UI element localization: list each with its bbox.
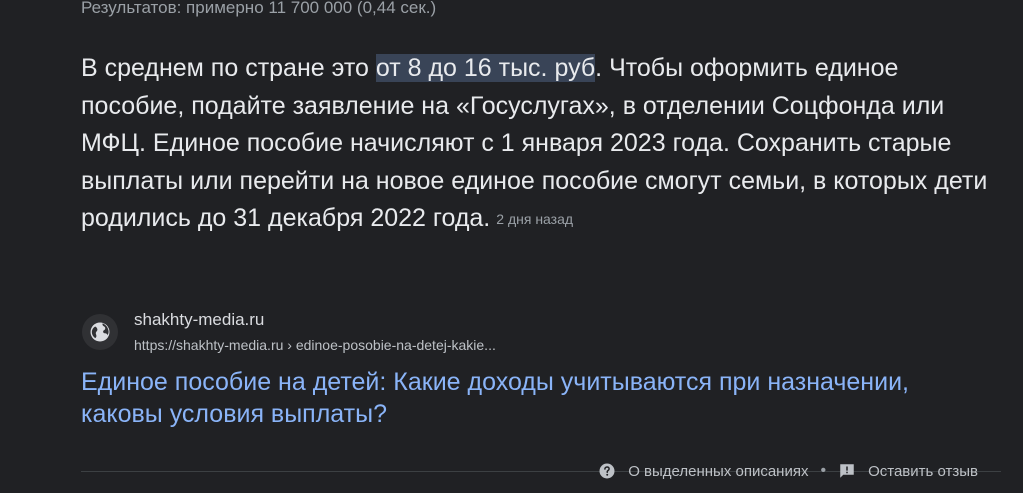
help-circle-icon xyxy=(598,462,616,480)
feedback-bar: О выделенных описаниях • Оставить отзыв xyxy=(598,459,978,483)
snippet-date: 2 дня назад xyxy=(496,211,574,227)
leave-feedback-label: Оставить отзыв xyxy=(868,462,978,480)
feedback-icon xyxy=(838,462,856,480)
globe-icon[interactable] xyxy=(82,314,118,350)
snippet-highlight: от 8 до 16 тыс. руб xyxy=(375,54,596,82)
leave-feedback-link[interactable]: Оставить отзыв xyxy=(838,462,978,480)
about-featured-snippets-link[interactable]: О выделенных описаниях xyxy=(598,462,808,480)
featured-snippet: В среднем по стране это от 8 до 16 тыс. … xyxy=(81,50,1001,239)
result-title-link[interactable]: Единое пособие на детей: Какие доходы уч… xyxy=(81,366,941,430)
snippet-text-before: В среднем по стране это xyxy=(81,54,376,82)
separator-dot: • xyxy=(820,462,827,479)
results-count: Результатов: примерно 11 700 000 (0,44 с… xyxy=(81,0,437,17)
source-site-name[interactable]: shakhty-media.ru xyxy=(134,309,264,331)
about-featured-snippets-label: О выделенных описаниях xyxy=(628,462,809,480)
source-url[interactable]: https://shakhty-media.ru › edinoe-posobi… xyxy=(134,335,496,355)
